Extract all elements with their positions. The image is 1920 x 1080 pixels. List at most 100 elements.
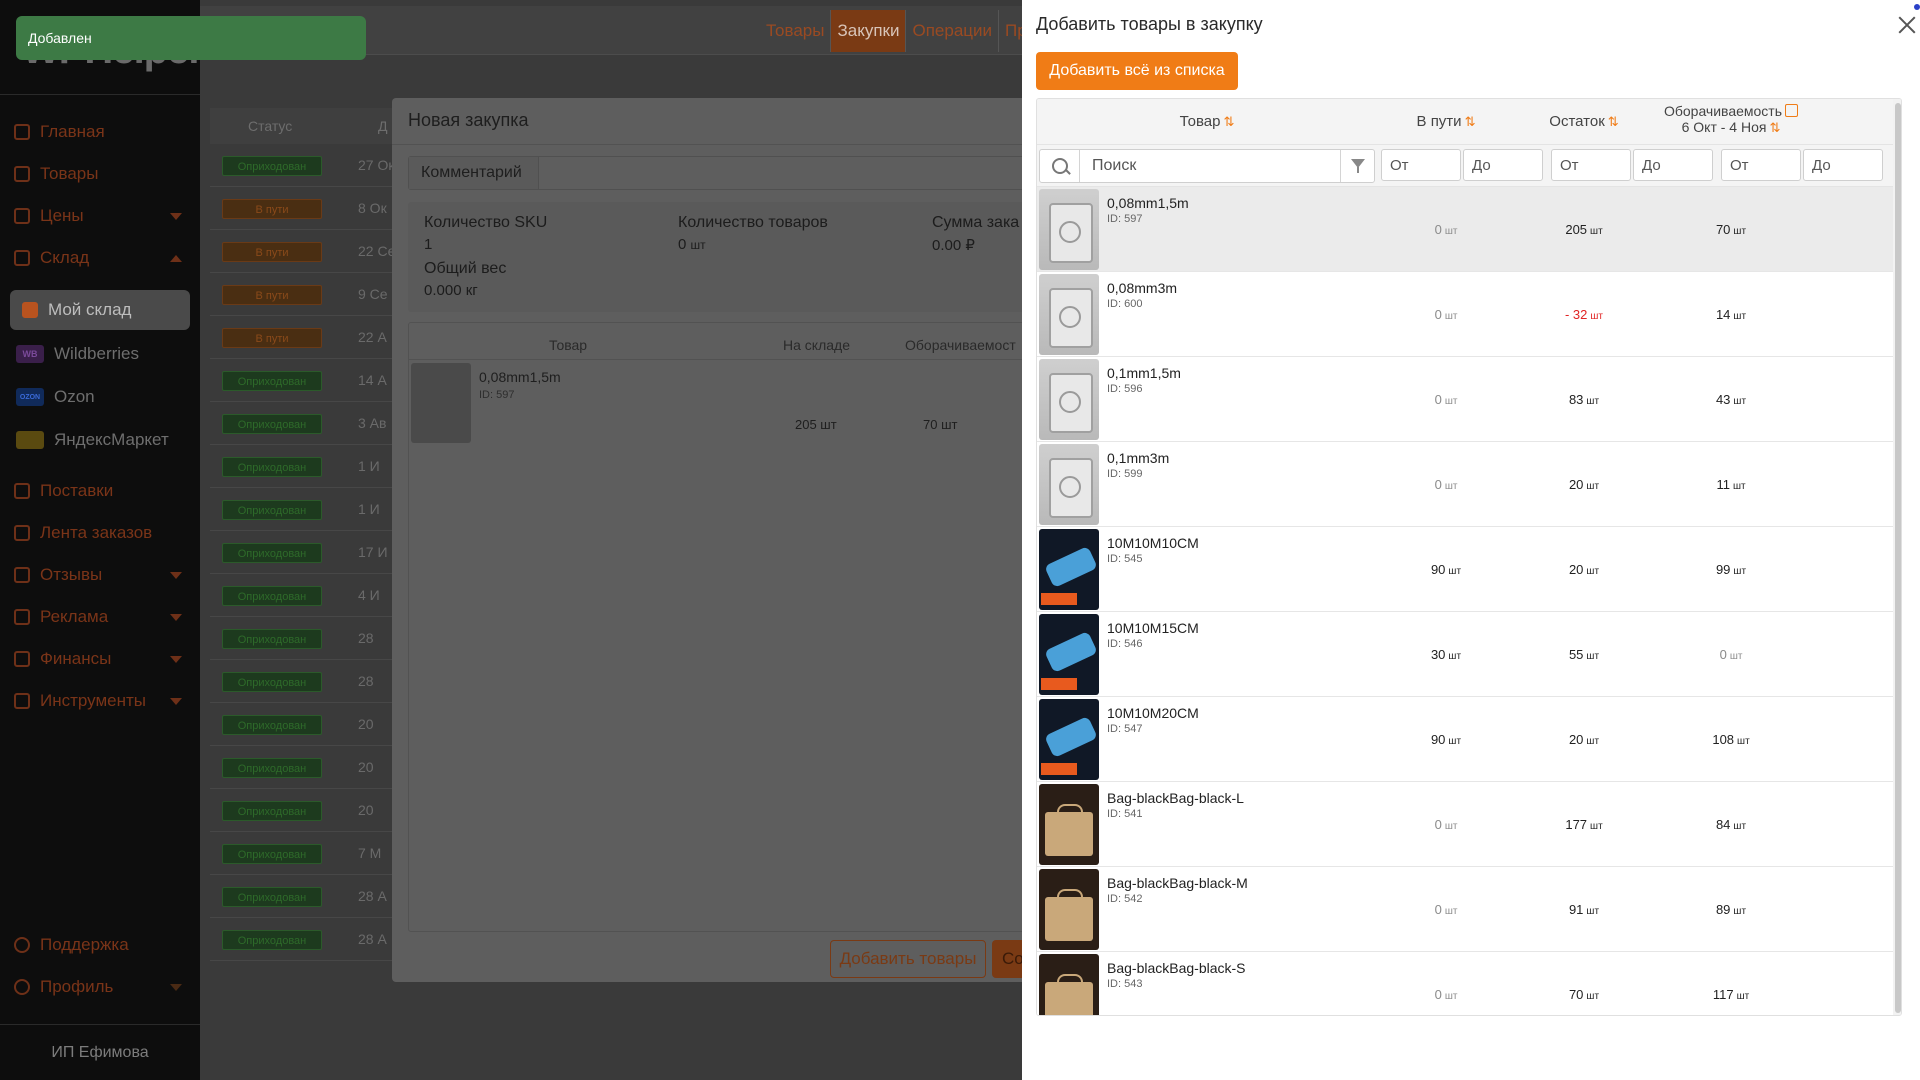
sort-icon[interactable]: ⇅ — [1465, 114, 1476, 129]
sort-icon[interactable]: ⇅ — [1608, 114, 1619, 129]
sidebar-item-reviews[interactable]: Отзывы — [14, 557, 190, 593]
sidebar-item-label: Поддержка — [40, 935, 129, 954]
turnover-value: 84 шт — [1715, 817, 1747, 832]
stock-value: 91 шт — [1568, 902, 1600, 917]
status-badge: В пути — [222, 199, 322, 219]
product-id: ID: 597 — [479, 389, 515, 401]
stock-value: - 32 шт — [1564, 307, 1603, 322]
products-table: Товар ⇅ В пути ⇅ Остаток ⇅ Оборачиваемость … — [1036, 98, 1902, 1016]
in-transit-value: 30 шт — [1430, 647, 1462, 662]
column-in-transit[interactable]: В пути ⇅ — [1377, 113, 1515, 130]
tools-icon — [14, 693, 30, 709]
user-icon — [14, 979, 30, 995]
add-all-button[interactable]: Добавить всё из списка — [1036, 52, 1238, 90]
tab-purchases[interactable]: Закупки — [831, 10, 907, 52]
sort-icon[interactable]: ⇅ — [1769, 120, 1780, 135]
status-badge: В пути — [222, 328, 322, 348]
close-icon[interactable] — [1896, 14, 1918, 36]
product-name: Bag-blackBag-black-L — [1107, 790, 1244, 806]
stock-to-input[interactable] — [1633, 149, 1713, 181]
product-row[interactable]: 0,1mm1,5m ID: 596 0 шт 83 шт 43 шт — [1037, 357, 1893, 442]
column-product[interactable]: Товар ⇅ — [1037, 113, 1377, 130]
add-products-button[interactable]: Добавить товары — [830, 940, 986, 978]
sidebar-item-yandex-market[interactable]: ЯндексМаркет — [16, 422, 192, 458]
in-transit-value: 0 шт — [1434, 477, 1458, 492]
chevron-down-icon — [170, 655, 182, 663]
tab-operations[interactable]: Операции — [906, 10, 1000, 52]
wallet-icon — [14, 651, 30, 667]
sidebar-item-home[interactable]: Главная — [14, 114, 190, 150]
in-transit-from-input[interactable] — [1381, 149, 1461, 181]
column-turnover[interactable]: Оборачиваемость 6 Окт - 4 Ноя ⇅ — [1653, 103, 1809, 136]
sidebar-item-label: ЯндексМаркет — [54, 430, 169, 449]
sidebar-item-prices[interactable]: Цены — [14, 198, 190, 234]
search-icon[interactable] — [1040, 150, 1080, 182]
product-name: 0,08mm1,5m — [1107, 195, 1189, 211]
sidebar-item-tools[interactable]: Инструменты — [14, 683, 190, 719]
calendar-icon[interactable] — [1785, 104, 1799, 117]
row-date: 4 И — [358, 587, 380, 603]
sidebar-item-finance[interactable]: Финансы — [14, 641, 190, 677]
product-row[interactable]: Bag-blackBag-black-L ID: 541 0 шт 177 шт 84 шт — [1037, 782, 1893, 867]
chevron-up-icon — [170, 254, 182, 262]
cart-icon — [14, 525, 30, 541]
product-name: 10M10M15CM — [1107, 620, 1199, 636]
product-row[interactable]: 10M10M15CM ID: 546 30 шт 55 шт 0 шт — [1037, 612, 1893, 697]
table-divider — [409, 359, 1032, 360]
column-stock[interactable]: Остаток ⇅ — [1515, 113, 1653, 130]
sidebar-item-ads[interactable]: Реклама — [14, 599, 190, 635]
status-badge: Оприходован — [222, 586, 322, 606]
column-date: Д — [378, 118, 388, 134]
in-transit-value: 0 шт — [1434, 307, 1458, 322]
product-row[interactable]: 0,08mm1,5m ID: 597 0 шт 205 шт 70 шт — [1037, 187, 1893, 272]
sort-icon[interactable]: ⇅ — [1223, 114, 1234, 129]
product-name: 10M10M20CM — [1107, 705, 1199, 721]
product-row[interactable]: 10M10M10CM ID: 545 90 шт 20 шт 99 шт — [1037, 527, 1893, 612]
sidebar-item-products[interactable]: Товары — [14, 156, 190, 192]
row-date: 22 Се — [358, 243, 396, 259]
product-thumbnail — [1039, 444, 1099, 525]
product-row[interactable]: 10M10M20CM ID: 547 90 шт 20 шт 108 шт — [1037, 697, 1893, 782]
product-row[interactable]: Bag-blackBag-black-S ID: 543 0 шт 70 шт 117 шт — [1037, 952, 1893, 1015]
chevron-down-icon — [170, 571, 182, 579]
sidebar-item-orders-feed[interactable]: Лента заказов — [14, 515, 190, 551]
status-badge: Оприходован — [222, 500, 322, 520]
filter-icon[interactable] — [1340, 150, 1374, 182]
comment-field[interactable]: Комментарий — [408, 156, 1032, 190]
sidebar-item-my-warehouse[interactable]: Мой склад — [10, 290, 190, 330]
sidebar-item-supplies[interactable]: Поставки — [14, 473, 190, 509]
sidebar-item-warehouse[interactable]: Склад — [14, 240, 190, 276]
in-transit-value: 0 шт — [1434, 987, 1458, 1002]
status-badge: В пути — [222, 242, 322, 262]
tab-products[interactable]: Товары — [760, 10, 832, 52]
sidebar-item-label: Мой склад — [48, 300, 132, 319]
box-icon — [14, 250, 30, 266]
in-transit-to-input[interactable] — [1463, 149, 1543, 181]
sidebar-item-support[interactable]: Поддержка — [14, 927, 190, 963]
search-input[interactable] — [1082, 150, 1332, 182]
wildberries-logo-icon: WB — [16, 345, 44, 363]
product-id: ID: 597 — [1107, 213, 1143, 225]
product-row[interactable]: 0,08mm3m ID: 600 0 шт - 32 шт 14 шт — [1037, 272, 1893, 357]
scrollbar-thumb[interactable] — [1895, 103, 1901, 1013]
sidebar-item-label: Инструменты — [40, 691, 147, 710]
product-thumbnail — [1039, 614, 1099, 695]
product-turnover: 70 шт — [923, 417, 958, 432]
turnover-to-input[interactable] — [1803, 149, 1883, 181]
chevron-down-icon — [170, 212, 182, 220]
row-date: 8 Ок — [358, 200, 387, 216]
in-transit-value: 0 шт — [1434, 902, 1458, 917]
help-icon — [14, 937, 30, 953]
sidebar-item-wildberries[interactable]: WB Wildberries — [16, 336, 192, 372]
product-row[interactable]: 0,1mm3m ID: 599 0 шт 20 шт 11 шт — [1037, 442, 1893, 527]
turnover-from-input[interactable] — [1721, 149, 1801, 181]
row-date: 22 А — [358, 329, 387, 345]
product-id: ID: 599 — [1107, 468, 1143, 480]
product-row[interactable]: Bag-blackBag-black-M ID: 542 0 шт 91 шт 89 шт — [1037, 867, 1893, 952]
stock-value: 20 шт — [1568, 477, 1600, 492]
sidebar-item-profile[interactable]: Профиль — [14, 969, 190, 1005]
stock-from-input[interactable] — [1551, 149, 1631, 181]
in-transit-value: 0 шт — [1434, 392, 1458, 407]
sidebar-item-ozon[interactable]: OZON Ozon — [16, 379, 192, 415]
stock-value: 20 шт — [1568, 732, 1600, 747]
